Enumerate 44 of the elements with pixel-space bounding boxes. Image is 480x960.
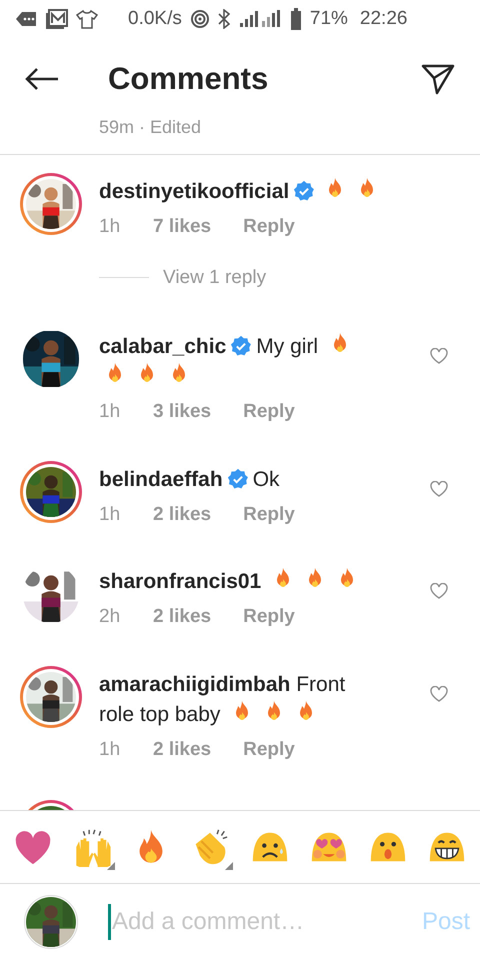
like-button[interactable] [430,480,448,496]
message-icon [16,10,38,28]
comment-time: 1h [99,502,121,526]
comment-text: destinyetikoofficial [99,177,384,207]
comment-text: belindaeffah Ok [99,466,281,492]
reply-link[interactable]: Reply [243,603,295,632]
hotspot-icon [190,9,210,29]
likes-link[interactable]: 2 likes [153,736,212,764]
like-button[interactable] [430,583,448,599]
network-speed: 0.0K/s [128,6,182,31]
like-button[interactable] [430,686,448,702]
back-arrow-icon [24,67,60,91]
heart-icon [430,480,448,496]
comment-time: 1h [99,215,121,239]
signal-icon [238,9,282,29]
page-title: Comments [108,60,270,98]
comment-text: calabar_chic My girl [99,332,384,392]
reply-link[interactable]: Reply [243,398,295,426]
comment-time: 1h [99,738,121,762]
comment-meta: 59m · Edited [99,120,202,139]
view-replies-link[interactable]: View 1 reply [163,264,266,292]
likes-link[interactable]: 7 likes [153,213,212,242]
reply-link[interactable]: Reply [243,500,295,529]
likes-link[interactable]: 3 likes [153,398,212,426]
heart-icon [430,686,448,702]
like-button[interactable] [430,348,448,364]
heart-icon [430,583,448,599]
clock: 22:26 [360,6,408,31]
comment-input[interactable]: Add a comment… [108,904,422,940]
battery-icon [290,8,302,30]
mail-icon [46,9,68,29]
reply-link[interactable]: Reply [243,736,295,764]
reply-link[interactable]: Reply [243,213,295,242]
comment-time: 1h [99,400,121,424]
battery-percent: 71% [310,6,348,31]
comment-text: sharonfrancis01 [99,567,384,597]
likes-link[interactable]: 2 likes [153,603,212,632]
comment-time: 2h [99,605,121,629]
paper-plane-icon [421,63,455,95]
likes-link[interactable]: 2 likes [153,500,212,529]
shirt-icon [76,9,98,29]
comment-text: amarachiigidimbah Front role top baby [99,672,346,728]
bluetooth-icon [218,9,230,29]
heart-icon [430,348,448,364]
